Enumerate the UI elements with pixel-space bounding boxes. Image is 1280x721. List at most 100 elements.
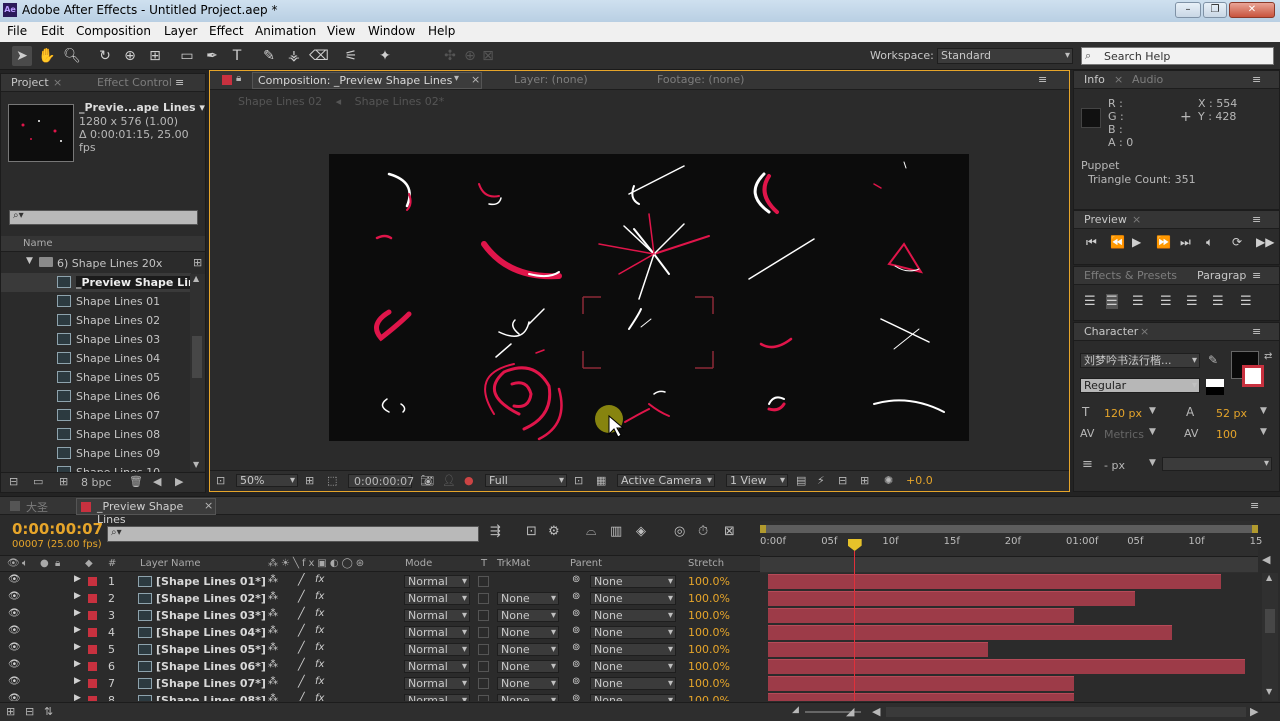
scroll-down-icon[interactable]: ▼ (193, 460, 199, 469)
scroll-thumb[interactable] (1265, 609, 1275, 633)
layer-row[interactable]: 👁︎ ▶ 6 [Shape Lines 06*]⁂ ╱ fx Normal None ⊚ None… (0, 658, 1262, 675)
brush-tool-icon[interactable]: ✎ (259, 46, 279, 66)
safe-zones-icon[interactable]: ⊞ (305, 474, 314, 487)
blend-mode-dropdown[interactable]: Normal (404, 643, 470, 656)
camera-dropdown[interactable]: Active Camera (617, 474, 715, 487)
expand-layer-switches-icon[interactable]: ⊞ (6, 705, 15, 718)
leading-value[interactable]: 52 px (1216, 407, 1247, 420)
layer-duration-bar[interactable] (768, 574, 1221, 589)
preserve-transparency-box[interactable] (478, 593, 489, 604)
blend-mode-dropdown[interactable]: Normal (404, 694, 470, 701)
audio-icon[interactable]: 🔈︎ (22, 558, 28, 569)
fx-icon[interactable]: fx (315, 693, 324, 701)
project-item[interactable]: Shape Lines 06 (1, 387, 191, 406)
eye-icon[interactable]: 👁︎ (8, 591, 21, 602)
flowchart-icon[interactable]: ⊞ (860, 474, 869, 487)
preserve-transparency-box[interactable] (478, 695, 489, 701)
stretch-value[interactable]: 100.0% (688, 592, 730, 605)
label-color-icon[interactable] (88, 577, 97, 586)
project-item[interactable]: Shape Lines 02 (1, 311, 191, 330)
fx-icon[interactable]: fx (315, 659, 324, 670)
tab-info[interactable]: Info (1084, 73, 1105, 86)
quality-icon[interactable]: ╱ (298, 607, 305, 620)
collapse-transform-icon[interactable]: ⁂ (268, 659, 278, 670)
preserve-transparency-box[interactable] (478, 610, 489, 621)
lock-icon[interactable]: 🔒︎ (236, 73, 241, 84)
pan-behind-tool-icon[interactable]: ⊞ (145, 46, 165, 66)
font-size-value[interactable]: 120 px (1104, 407, 1142, 420)
stroke-width-value[interactable]: - px (1104, 459, 1125, 472)
tab-project[interactable]: Project (11, 76, 49, 89)
chevron-down-icon[interactable]: ▼ (1260, 406, 1267, 416)
current-time-display[interactable]: 0:00:00:07 (12, 520, 103, 538)
eye-icon[interactable]: 👁︎ (8, 608, 21, 619)
layer-duration-bar[interactable] (768, 676, 1074, 691)
parent-dropdown[interactable]: None (590, 660, 676, 673)
layer-name[interactable]: [Shape Lines 04*] (156, 626, 266, 639)
folder-row[interactable]: ▼ 6) Shape Lines 20x (1, 254, 191, 273)
layer-duration-bar[interactable] (768, 608, 1074, 623)
previous-frame-icon[interactable]: ⏪ (1110, 235, 1125, 249)
project-scrollbar[interactable]: ▲ ▼ (190, 274, 205, 471)
tab-comp-dasheng[interactable]: 大圣 (26, 499, 48, 515)
work-area-end-handle[interactable] (1252, 525, 1258, 533)
resolution-dropdown[interactable]: Full (485, 474, 567, 487)
chevron-down-icon[interactable]: ▼ (1149, 458, 1156, 468)
comp-marker-icon[interactable]: ◀ (1262, 553, 1270, 566)
panel-menu-icon[interactable]: ≡ (1252, 325, 1261, 338)
pick-whip-icon[interactable]: ⊚ (572, 591, 580, 602)
parent-dropdown[interactable]: None (590, 609, 676, 622)
layer-duration-bar[interactable] (768, 591, 1136, 606)
scroll-left-icon[interactable]: ◀ (872, 705, 880, 718)
pick-whip-icon[interactable]: ⊚ (572, 642, 580, 653)
font-style-dropdown[interactable]: Regular (1080, 378, 1200, 393)
track-matte-dropdown[interactable]: None (497, 643, 559, 656)
justify-right-icon[interactable]: ☰ (1212, 294, 1224, 309)
track-matte-dropdown[interactable]: None (497, 660, 559, 673)
quality-icon[interactable]: ╱ (298, 624, 305, 637)
quality-icon[interactable]: ╱ (298, 573, 305, 586)
no-fill-swatch[interactable] (1206, 379, 1224, 387)
stretch-value[interactable]: 100.0% (688, 660, 730, 673)
panel-menu-icon[interactable]: ≡ (1252, 213, 1261, 226)
parent-dropdown[interactable]: None (590, 592, 676, 605)
draft-3d-icon[interactable]: ⚙ (548, 524, 560, 539)
chevron-down-icon[interactable]: ▼ (1260, 427, 1267, 437)
project-item[interactable]: Shape Lines 05 (1, 368, 191, 387)
tab-composition[interactable]: Composition: _Preview Shape Lines ▾ × (252, 72, 482, 89)
puppet-pin-tool-icon[interactable]: ✦ (375, 46, 395, 66)
work-area-track[interactable] (760, 525, 1258, 533)
scroll-left-icon[interactable]: ◀ (153, 475, 161, 488)
stretch-value[interactable]: 100.0% (688, 677, 730, 690)
close-icon[interactable]: × (471, 73, 480, 86)
panel-menu-icon[interactable]: ≡ (175, 76, 184, 89)
comp-marker-bin[interactable] (760, 556, 1258, 572)
tab-character[interactable]: Character (1084, 325, 1138, 338)
swap-colors-icon[interactable]: ⇄ (1264, 351, 1272, 362)
quality-icon[interactable]: ╱ (298, 675, 305, 688)
expand-icon[interactable]: ▶ (74, 659, 81, 669)
always-preview-icon[interactable]: ⊡ (216, 474, 225, 487)
timeline-icon[interactable]: ⊟ (838, 474, 847, 487)
layer-name[interactable]: [Shape Lines 08*] (156, 694, 266, 701)
expand-icon[interactable]: ▶ (74, 693, 81, 701)
layer-name[interactable]: [Shape Lines 02*] (156, 592, 266, 605)
motion-blur-icon[interactable]: ◈ (636, 524, 646, 539)
project-item[interactable]: Shape Lines 04 (1, 349, 191, 368)
comp-viewer-canvas[interactable] (329, 154, 969, 441)
menu-effect[interactable]: Effect (209, 24, 244, 38)
layer-switches-icon[interactable]: ⁂☀╲fx▣◐◯⊛ (268, 558, 367, 569)
fx-icon[interactable]: fx (315, 642, 324, 653)
blend-mode-dropdown[interactable]: Normal (404, 626, 470, 639)
parent-dropdown[interactable]: None (590, 694, 676, 701)
video-icon[interactable]: 👁︎ (7, 558, 20, 569)
label-color-icon[interactable] (88, 679, 97, 688)
expand-icon[interactable]: ▶ (74, 591, 81, 601)
expand-icon[interactable]: ▶ (74, 625, 81, 635)
zoom-tool-icon[interactable]: 🔍︎ (62, 46, 82, 66)
col-parent[interactable]: Parent (570, 558, 602, 569)
mute-audio-icon[interactable]: 🔈︎ (1206, 235, 1213, 250)
scroll-right-icon[interactable]: ▶ (1250, 705, 1258, 718)
work-area-bar[interactable] (763, 525, 1255, 533)
collapse-transform-icon[interactable]: ⁂ (268, 693, 278, 701)
